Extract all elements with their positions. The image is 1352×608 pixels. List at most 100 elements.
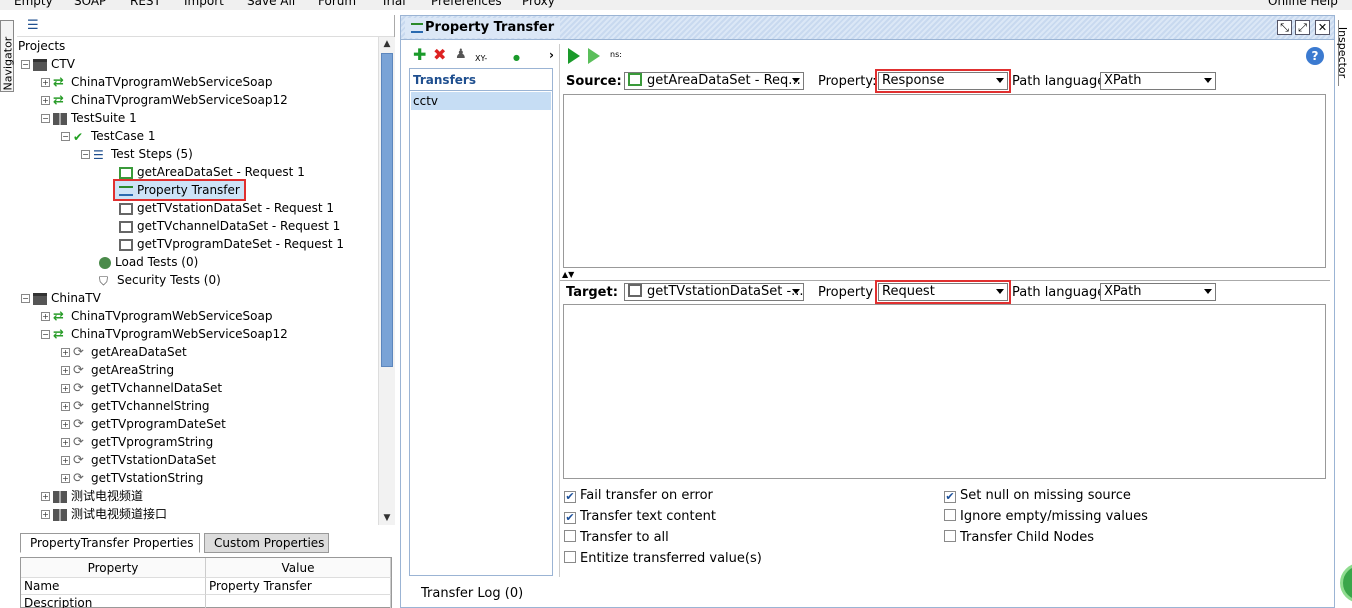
floating-action-icon[interactable]: [1340, 563, 1352, 603]
tree-testcase[interactable]: − ✔ TestCase 1: [61, 127, 155, 145]
collapse-all-icon[interactable]: ☰: [27, 18, 39, 33]
namespace-icon[interactable]: ns:: [610, 50, 622, 59]
tree-operation[interactable]: + ⟳ getTVchannelString: [61, 397, 210, 415]
checkbox-box[interactable]: ✔: [564, 512, 576, 524]
checkbox-box[interactable]: [944, 530, 956, 542]
column-header-value[interactable]: Value: [206, 558, 391, 578]
dock-icon[interactable]: ⤡: [1277, 20, 1292, 35]
tree-step[interactable]: getTVprogramDateSet - Request 1: [119, 235, 344, 253]
menu-save-all[interactable]: Save All: [247, 0, 295, 8]
expand-icon[interactable]: +: [41, 96, 50, 105]
expand-icon[interactable]: +: [61, 438, 70, 447]
expand-icon[interactable]: +: [41, 492, 50, 501]
menu-trial[interactable]: Trial: [381, 0, 406, 8]
source-path-language-select[interactable]: XPath: [1100, 72, 1216, 90]
scroll-down-icon[interactable]: ▼: [382, 513, 392, 523]
source-property-select[interactable]: Response: [875, 69, 1011, 93]
run-step-icon[interactable]: ●: [513, 50, 520, 66]
scroll-thumb[interactable]: [381, 53, 393, 367]
tree-operation[interactable]: + ⟳ getTVprogramDateSet: [61, 415, 226, 433]
tree-step[interactable]: getAreaDataSet - Request 1: [119, 163, 305, 181]
transfer-text-content-checkbox[interactable]: ✔ Transfer text content: [564, 509, 716, 525]
ignore-empty-missing-values-checkbox[interactable]: Ignore empty/missing values: [944, 509, 1148, 525]
target-step-select[interactable]: getTVstationDataSet -...: [624, 283, 804, 301]
menu-soap[interactable]: SOAP: [74, 0, 106, 8]
tree-testsuite[interactable]: + 测试电视频道接口: [41, 505, 167, 523]
collapse-icon[interactable]: −: [21, 60, 30, 69]
xpath-icon[interactable]: XY-: [475, 51, 487, 67]
expand-icon[interactable]: +: [61, 456, 70, 465]
tree-step[interactable]: getTVstationDataSet - Request 1: [119, 199, 334, 217]
target-property-select[interactable]: Request: [875, 280, 1011, 304]
delete-transfer-icon[interactable]: ✖: [433, 47, 446, 63]
menu-rest[interactable]: REST: [130, 0, 161, 8]
checkbox-box[interactable]: ✔: [944, 491, 956, 503]
fail-transfer-on-error-checkbox[interactable]: ✔ Fail transfer on error: [564, 488, 713, 504]
inspector-side-tab[interactable]: Inspector: [1336, 20, 1352, 86]
tree-interface[interactable]: + ⇄ ChinaTVprogramWebServiceSoap: [41, 73, 272, 91]
source-expression-editor[interactable]: [563, 94, 1326, 268]
menu-preferences[interactable]: Preferences: [431, 0, 502, 8]
checkbox-box[interactable]: ✔: [564, 491, 576, 503]
source-step-select[interactable]: getAreaDataSet - Req...: [624, 72, 804, 90]
property-value-cell[interactable]: [206, 595, 391, 608]
tree-step-property-transfer[interactable]: Property Transfer: [113, 179, 246, 201]
tree-operation[interactable]: + ⟳ getTVprogramString: [61, 433, 213, 451]
run-all-icon[interactable]: [568, 48, 580, 64]
collapse-icon[interactable]: −: [61, 132, 70, 141]
maximize-icon[interactable]: ⤢: [1295, 20, 1310, 35]
column-header-property[interactable]: Property: [21, 558, 206, 578]
tab-custom-properties[interactable]: Custom Properties: [204, 533, 329, 553]
tree-operation[interactable]: + ⟳ getTVchannelDataSet: [61, 379, 222, 397]
close-icon[interactable]: ✕: [1315, 20, 1330, 35]
menu-forum[interactable]: Forum: [318, 0, 356, 8]
expand-icon[interactable]: +: [41, 312, 50, 321]
tree-operation[interactable]: + ⟳ getTVstationString: [61, 469, 203, 487]
tree-project-chinatv[interactable]: − ChinaTV: [21, 289, 101, 307]
collapse-icon[interactable]: −: [41, 330, 50, 339]
scroll-up-icon[interactable]: ▲: [382, 39, 392, 49]
checkbox-box[interactable]: [564, 530, 576, 542]
tree-project-ctv[interactable]: − CTV: [21, 55, 75, 73]
tree-security-tests[interactable]: ⛉ Security Tests (0): [99, 271, 221, 289]
collapse-icon[interactable]: −: [81, 150, 90, 159]
menu-empty[interactable]: Empty: [14, 0, 53, 8]
target-path-language-select[interactable]: XPath: [1100, 283, 1216, 301]
tree-test-steps[interactable]: − ☰ Test Steps (5): [81, 145, 193, 163]
checkbox-box[interactable]: [944, 509, 956, 521]
tree-operation[interactable]: + ⟳ getAreaString: [61, 361, 174, 379]
expand-icon[interactable]: +: [41, 78, 50, 87]
transfer-item[interactable]: cctv: [411, 92, 551, 110]
tree-interface[interactable]: + ⇄ ChinaTVprogramWebServiceSoap12: [41, 91, 288, 109]
property-value-cell[interactable]: Property Transfer: [206, 578, 391, 595]
transfer-to-all-checkbox[interactable]: Transfer to all: [564, 530, 669, 546]
tree-load-tests[interactable]: Load Tests (0): [99, 253, 198, 271]
navigator-scrollbar[interactable]: ▲ ▼: [378, 37, 395, 525]
tree-interface[interactable]: + ⇄ ChinaTVprogramWebServiceSoap: [41, 307, 272, 325]
expand-icon[interactable]: +: [41, 510, 50, 519]
toolbar-more-icon[interactable]: ›: [549, 47, 554, 63]
collapse-icon[interactable]: −: [21, 294, 30, 303]
help-icon[interactable]: ?: [1306, 47, 1324, 65]
target-expression-editor[interactable]: [563, 304, 1326, 479]
menu-online-help[interactable]: Online Help: [1268, 0, 1338, 8]
collapse-icon[interactable]: −: [41, 114, 50, 123]
expand-icon[interactable]: +: [61, 474, 70, 483]
tree-step[interactable]: getTVchannelDataSet - Request 1: [119, 217, 340, 235]
tree-testsuite[interactable]: − TestSuite 1: [41, 109, 137, 127]
navigator-side-tab[interactable]: Navigator: [0, 20, 15, 92]
expand-icon[interactable]: +: [61, 402, 70, 411]
checkbox-box[interactable]: [564, 551, 576, 563]
tree-root-projects[interactable]: Projects: [18, 37, 65, 55]
rename-transfer-icon[interactable]: ♟: [455, 47, 467, 63]
transfer-child-nodes-checkbox[interactable]: Transfer Child Nodes: [944, 530, 1094, 546]
tree-operation[interactable]: + ⟳ getTVstationDataSet: [61, 451, 216, 469]
add-transfer-icon[interactable]: ✚: [413, 47, 426, 63]
expand-icon[interactable]: +: [61, 366, 70, 375]
tree-operation[interactable]: + ⟳ getAreaDataSet: [61, 343, 187, 361]
set-null-on-missing-source-checkbox[interactable]: ✔ Set null on missing source: [944, 488, 1131, 504]
entitize-transferred-values-checkbox[interactable]: Entitize transferred value(s): [564, 551, 762, 567]
tree-testsuite[interactable]: + 测试电视频道: [41, 487, 143, 505]
run-selected-icon[interactable]: [588, 48, 600, 64]
tab-transfer-log[interactable]: Transfer Log (0): [421, 586, 523, 601]
